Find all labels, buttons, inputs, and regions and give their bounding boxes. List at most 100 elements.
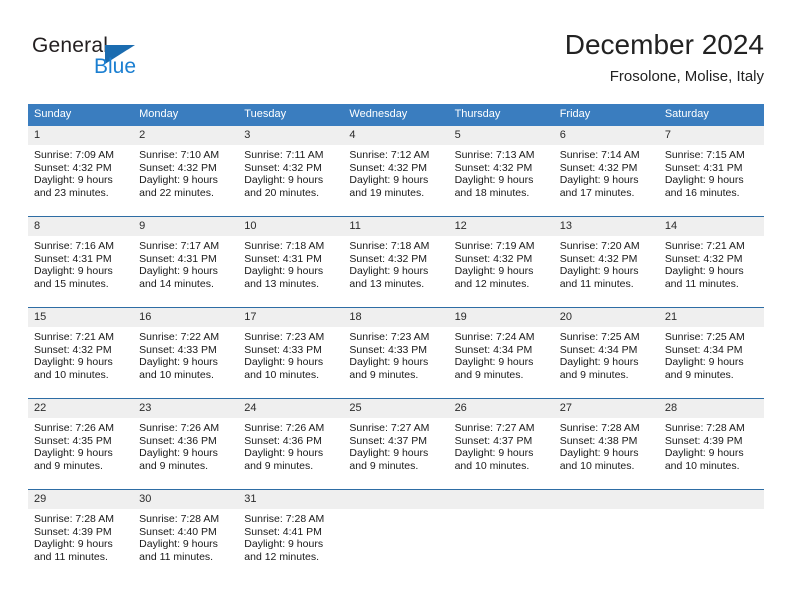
calendar-week-row: 29 Sunrise: 7:28 AM Sunset: 4:39 PM Dayl…	[28, 489, 764, 574]
sunset-text: Sunset: 4:32 PM	[559, 252, 638, 265]
daylight-text-line2: and 10 minutes.	[244, 368, 319, 381]
calendar-day-cell[interactable]: 15 Sunrise: 7:21 AM Sunset: 4:32 PM Dayl…	[28, 307, 134, 392]
daylight-text-line2: and 13 minutes.	[349, 277, 425, 290]
calendar-day-cell[interactable]: 24 Sunrise: 7:26 AM Sunset: 4:36 PM Dayl…	[238, 398, 344, 483]
daylight-text-line1: Daylight: 9 hours	[244, 174, 324, 187]
sunrise-text: Sunrise: 7:19 AM	[454, 240, 535, 252]
sunrise-text: Sunrise: 7:20 AM	[559, 240, 640, 252]
calendar-day-cell[interactable]: 22 Sunrise: 7:26 AM Sunset: 4:35 PM Dayl…	[28, 398, 134, 483]
calendar-day-cell[interactable]: 21 Sunrise: 7:25 AM Sunset: 4:34 PM Dayl…	[658, 307, 764, 392]
daylight-text-line1: Daylight: 9 hours	[349, 447, 429, 460]
calendar-day-cell[interactable]: 23 Sunrise: 7:26 AM Sunset: 4:36 PM Dayl…	[133, 398, 239, 483]
day-number: 28	[658, 399, 764, 418]
daylight-text-line2: and 20 minutes.	[244, 186, 319, 199]
daylight-text-line1: Daylight: 9 hours	[139, 265, 218, 278]
calendar-day-cell[interactable]: 7 Sunrise: 7:15 AM Sunset: 4:31 PM Dayli…	[658, 126, 764, 210]
calendar-day-cell[interactable]: 6 Sunrise: 7:14 AM Sunset: 4:32 PM Dayli…	[553, 126, 659, 210]
day-number: 22	[28, 399, 134, 418]
calendar-day-cell[interactable]: 31 Sunrise: 7:28 AM Sunset: 4:41 PM Dayl…	[238, 489, 344, 574]
day-details: Sunrise: 7:25 AM Sunset: 4:34 PM Dayligh…	[554, 327, 659, 381]
calendar-day-cell[interactable]: 10 Sunrise: 7:18 AM Sunset: 4:31 PM Dayl…	[238, 216, 344, 301]
sunset-text: Sunset: 4:32 PM	[34, 343, 112, 356]
day-details: Sunrise: 7:27 AM Sunset: 4:37 PM Dayligh…	[343, 418, 448, 472]
sunrise-text: Sunrise: 7:13 AM	[454, 149, 535, 161]
weekday-header-sunday: Sunday	[28, 104, 134, 126]
daylight-text-line2: and 9 minutes.	[454, 368, 524, 381]
sunrise-text: Sunrise: 7:26 AM	[34, 422, 114, 434]
sunset-text: Sunset: 4:32 PM	[139, 161, 217, 174]
sunrise-text: Sunrise: 7:25 AM	[664, 331, 745, 343]
daylight-text-line2: and 12 minutes.	[244, 550, 319, 563]
weekday-header-friday: Friday	[553, 104, 659, 126]
sunrise-text: Sunrise: 7:21 AM	[664, 240, 745, 252]
daylight-text-line2: and 10 minutes.	[559, 459, 635, 472]
calendar-day-cell[interactable]: 13 Sunrise: 7:20 AM Sunset: 4:32 PM Dayl…	[553, 216, 659, 301]
sunrise-text: Sunrise: 7:23 AM	[349, 331, 430, 343]
sunset-text: Sunset: 4:32 PM	[349, 161, 428, 174]
daylight-text-line1: Daylight: 9 hours	[454, 265, 534, 278]
day-number: 29	[28, 490, 134, 509]
daylight-text-line2: and 11 minutes.	[34, 550, 108, 563]
sunrise-text: Sunrise: 7:22 AM	[139, 331, 220, 343]
sunrise-text: Sunrise: 7:21 AM	[34, 331, 114, 343]
calendar-day-cell[interactable]: 8 Sunrise: 7:16 AM Sunset: 4:31 PM Dayli…	[28, 216, 134, 301]
sunrise-text: Sunrise: 7:17 AM	[139, 240, 220, 252]
sunset-text: Sunset: 4:32 PM	[349, 252, 428, 265]
calendar-day-cell[interactable]: 16 Sunrise: 7:22 AM Sunset: 4:33 PM Dayl…	[133, 307, 239, 392]
day-number: 3	[238, 126, 344, 145]
day-details: Sunrise: 7:14 AM Sunset: 4:32 PM Dayligh…	[554, 145, 659, 199]
daylight-text-line1: Daylight: 9 hours	[139, 447, 218, 460]
day-details: Sunrise: 7:28 AM Sunset: 4:39 PM Dayligh…	[659, 418, 764, 472]
day-details: Sunrise: 7:23 AM Sunset: 4:33 PM Dayligh…	[343, 327, 448, 381]
sunset-text: Sunset: 4:33 PM	[244, 343, 322, 356]
calendar-day-cell[interactable]: 19 Sunrise: 7:24 AM Sunset: 4:34 PM Dayl…	[448, 307, 554, 392]
sunset-text: Sunset: 4:41 PM	[244, 525, 322, 538]
calendar-table: Sunday Monday Tuesday Wednesday Thursday…	[28, 104, 764, 574]
sunrise-text: Sunrise: 7:27 AM	[454, 422, 535, 434]
daylight-text-line1: Daylight: 9 hours	[559, 447, 639, 460]
calendar-day-cell[interactable]: 17 Sunrise: 7:23 AM Sunset: 4:33 PM Dayl…	[238, 307, 344, 392]
daylight-text-line1: Daylight: 9 hours	[664, 447, 744, 460]
sunset-text: Sunset: 4:32 PM	[664, 252, 743, 265]
calendar-day-cell[interactable]: 11 Sunrise: 7:18 AM Sunset: 4:32 PM Dayl…	[343, 216, 449, 301]
calendar-week-row: 8 Sunrise: 7:16 AM Sunset: 4:31 PM Dayli…	[28, 216, 764, 301]
calendar-day-cell[interactable]: 14 Sunrise: 7:21 AM Sunset: 4:32 PM Dayl…	[658, 216, 764, 301]
weekday-header-tuesday: Tuesday	[238, 104, 344, 126]
calendar-day-cell[interactable]: 2 Sunrise: 7:10 AM Sunset: 4:32 PM Dayli…	[133, 126, 239, 210]
calendar-day-cell[interactable]: 26 Sunrise: 7:27 AM Sunset: 4:37 PM Dayl…	[448, 398, 554, 483]
sunrise-text: Sunrise: 7:28 AM	[244, 513, 325, 525]
day-details: Sunrise: 7:28 AM Sunset: 4:38 PM Dayligh…	[554, 418, 659, 472]
sunrise-text: Sunrise: 7:18 AM	[244, 240, 325, 252]
calendar-day-cell-empty	[343, 489, 449, 574]
day-number: 14	[658, 217, 764, 236]
calendar-day-cell[interactable]: 18 Sunrise: 7:23 AM Sunset: 4:33 PM Dayl…	[343, 307, 449, 392]
calendar-day-cell[interactable]: 4 Sunrise: 7:12 AM Sunset: 4:32 PM Dayli…	[343, 126, 449, 210]
sunrise-text: Sunrise: 7:09 AM	[34, 149, 114, 161]
calendar-day-cell[interactable]: 30 Sunrise: 7:28 AM Sunset: 4:40 PM Dayl…	[133, 489, 239, 574]
sunset-text: Sunset: 4:37 PM	[349, 434, 428, 447]
brand-logo[interactable]: General Blue	[32, 34, 252, 90]
calendar-day-cell[interactable]: 28 Sunrise: 7:28 AM Sunset: 4:39 PM Dayl…	[658, 398, 764, 483]
calendar-day-cell[interactable]: 25 Sunrise: 7:27 AM Sunset: 4:37 PM Dayl…	[343, 398, 449, 483]
day-number	[553, 490, 659, 509]
day-number: 27	[553, 399, 659, 418]
calendar-day-cell[interactable]: 5 Sunrise: 7:13 AM Sunset: 4:32 PM Dayli…	[448, 126, 554, 210]
daylight-text-line2: and 9 minutes.	[559, 368, 629, 381]
sunrise-text: Sunrise: 7:15 AM	[664, 149, 745, 161]
calendar-day-cell[interactable]: 1 Sunrise: 7:09 AM Sunset: 4:32 PM Dayli…	[28, 126, 134, 210]
calendar-day-cell[interactable]: 20 Sunrise: 7:25 AM Sunset: 4:34 PM Dayl…	[553, 307, 659, 392]
day-details: Sunrise: 7:15 AM Sunset: 4:31 PM Dayligh…	[659, 145, 764, 199]
calendar-day-cell[interactable]: 12 Sunrise: 7:19 AM Sunset: 4:32 PM Dayl…	[448, 216, 554, 301]
sunset-text: Sunset: 4:31 PM	[244, 252, 322, 265]
sunset-text: Sunset: 4:34 PM	[664, 343, 743, 356]
daylight-text-line1: Daylight: 9 hours	[139, 356, 218, 369]
calendar-day-cell[interactable]: 3 Sunrise: 7:11 AM Sunset: 4:32 PM Dayli…	[238, 126, 344, 210]
day-number: 16	[133, 308, 239, 327]
page-title: December 2024	[564, 29, 764, 60]
calendar-day-cell[interactable]: 27 Sunrise: 7:28 AM Sunset: 4:38 PM Dayl…	[553, 398, 659, 483]
calendar-day-cell[interactable]: 29 Sunrise: 7:28 AM Sunset: 4:39 PM Dayl…	[28, 489, 134, 574]
daylight-text-line2: and 9 minutes.	[244, 459, 314, 472]
day-details: Sunrise: 7:21 AM Sunset: 4:32 PM Dayligh…	[28, 327, 133, 381]
calendar-day-cell[interactable]: 9 Sunrise: 7:17 AM Sunset: 4:31 PM Dayli…	[133, 216, 239, 301]
daylight-text-line1: Daylight: 9 hours	[34, 265, 113, 278]
